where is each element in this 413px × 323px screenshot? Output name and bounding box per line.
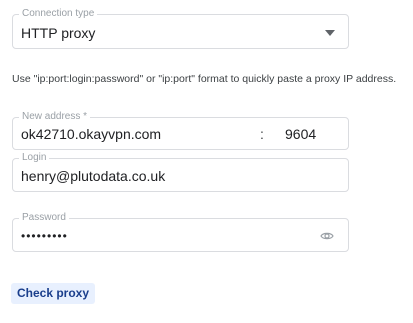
connection-type-value: HTTP proxy — [21, 25, 96, 41]
connection-type-label: Connection type — [19, 8, 98, 20]
address-host-input[interactable]: ok42710.okayvpn.com — [21, 126, 161, 142]
eye-icon[interactable] — [320, 231, 334, 241]
login-label: Login — [19, 152, 50, 164]
paste-format-hint: Use "ip:port:login:password" or "ip:port… — [12, 73, 397, 85]
password-input[interactable]: ••••••••• — [21, 228, 68, 244]
login-input[interactable]: henry@plutodata.co.uk — [21, 168, 165, 184]
check-proxy-button[interactable]: Check proxy — [11, 283, 96, 304]
connection-type-select[interactable]: Connection type HTTP proxy — [12, 8, 349, 49]
address-label: New address * — [19, 111, 91, 123]
chevron-down-icon[interactable] — [325, 30, 335, 36]
password-label: Password — [19, 212, 69, 224]
password-field[interactable]: Password ••••••••• — [12, 212, 349, 252]
address-field[interactable]: New address * ok42710.okayvpn.com : 9604 — [12, 111, 349, 150]
login-field[interactable]: Login henry@plutodata.co.uk — [12, 152, 349, 192]
address-port-separator: : — [260, 126, 264, 142]
address-port-input[interactable]: 9604 — [285, 126, 316, 142]
